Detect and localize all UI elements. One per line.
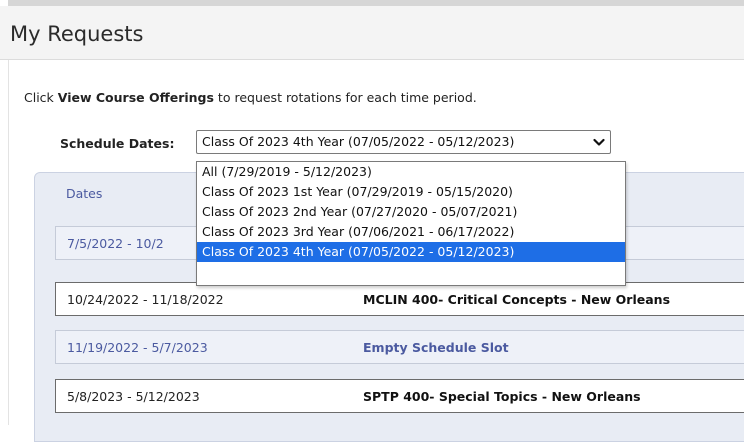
row-course: MCLIN 400- Critical Concepts - New Orlea… bbox=[363, 292, 671, 307]
row-date: 7/5/2022 - 10/2 bbox=[67, 236, 164, 251]
row-date: 11/19/2022 - 5/7/2023 bbox=[67, 340, 208, 355]
chevron-down-icon bbox=[593, 138, 605, 146]
row-date: 5/8/2023 - 5/12/2023 bbox=[67, 389, 200, 404]
table-row[interactable]: 11/19/2022 - 5/7/2023 Empty Schedule Slo… bbox=[55, 330, 744, 364]
row-course[interactable]: Empty Schedule Slot bbox=[363, 340, 509, 355]
schedule-dates-label: Schedule Dates: bbox=[60, 136, 175, 151]
schedule-dates-selected-value: Class Of 2023 4th Year (07/05/2022 - 05/… bbox=[202, 134, 515, 149]
instruction-text: Click View Course Offerings to request r… bbox=[24, 90, 477, 105]
dropdown-option[interactable]: Class Of 2023 2nd Year (07/27/2020 - 05/… bbox=[197, 202, 625, 222]
dropdown-option[interactable]: Class Of 2023 3rd Year (07/06/2021 - 06/… bbox=[197, 222, 625, 242]
instruction-suffix: to request rotations for each time perio… bbox=[213, 90, 477, 105]
row-date: 10/24/2022 - 11/18/2022 bbox=[67, 292, 224, 307]
instruction-bold: View Course Offerings bbox=[57, 90, 214, 105]
schedule-dates-dropdown-list: All (7/29/2019 - 5/12/2023) Class Of 202… bbox=[196, 161, 626, 286]
schedule-dates-select[interactable]: Class Of 2023 4th Year (07/05/2022 - 05/… bbox=[196, 130, 611, 154]
instruction-prefix: Click bbox=[24, 90, 58, 105]
page-header: My Requests bbox=[0, 6, 744, 60]
row-course: SPTP 400- Special Topics - New Orleans bbox=[363, 389, 641, 404]
dropdown-option[interactable]: All (7/29/2019 - 5/12/2023) bbox=[197, 162, 625, 182]
page-title: My Requests bbox=[10, 22, 144, 46]
dates-column-header: Dates bbox=[66, 186, 103, 201]
table-row[interactable]: 5/8/2023 - 5/12/2023 SPTP 400- Special T… bbox=[55, 379, 744, 413]
dropdown-option-selected[interactable]: Class Of 2023 4th Year (07/05/2022 - 05/… bbox=[197, 242, 625, 262]
table-row[interactable]: 10/24/2022 - 11/18/2022 MCLIN 400- Criti… bbox=[55, 282, 744, 316]
dropdown-option[interactable]: Class Of 2023 1st Year (07/29/2019 - 05/… bbox=[197, 182, 625, 202]
